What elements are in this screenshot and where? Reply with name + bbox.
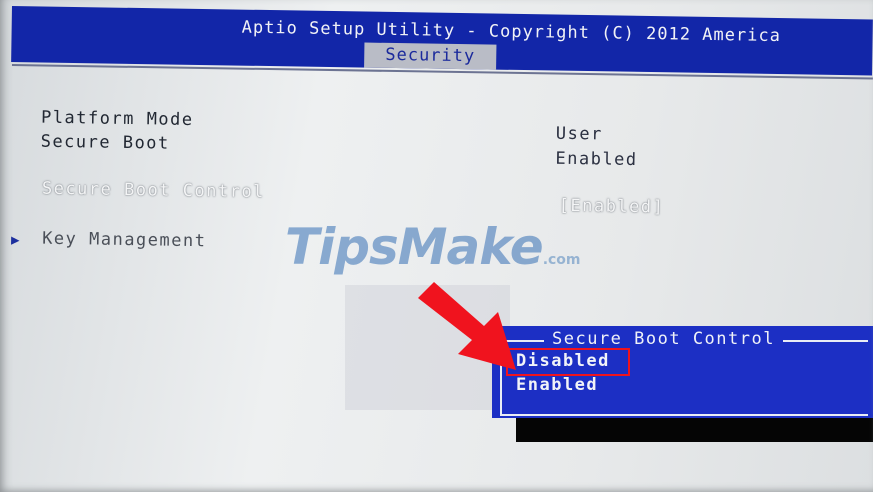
platform-mode-value: User — [555, 123, 603, 145]
red-arrow-icon — [418, 282, 516, 370]
watermark-text: TipsMake — [285, 218, 544, 276]
secure-boot-control-value[interactable]: [Enabled] — [559, 196, 665, 218]
annotation-highlight-box — [506, 348, 630, 376]
key-management-item[interactable]: Key Management — [42, 229, 207, 252]
secure-boot-label: Secure Boot — [40, 131, 170, 154]
tipsmake-watermark: TipsMake.com — [285, 218, 581, 276]
secure-boot-value: Enabled — [555, 148, 638, 171]
bios-screen: Aptio Setup Utility - Copyright (C) 2012… — [0, 0, 873, 492]
watermark-suffix: .com — [542, 252, 581, 268]
popup-shadow — [516, 418, 873, 442]
option-enabled[interactable]: Enabled — [516, 375, 598, 395]
popup-title: Secure Boot Control — [544, 329, 783, 349]
submenu-triangle-icon: ▶ — [10, 232, 20, 249]
platform-mode-label: Platform Mode — [40, 107, 194, 131]
secure-boot-control-item[interactable]: Secure Boot Control — [42, 179, 265, 202]
